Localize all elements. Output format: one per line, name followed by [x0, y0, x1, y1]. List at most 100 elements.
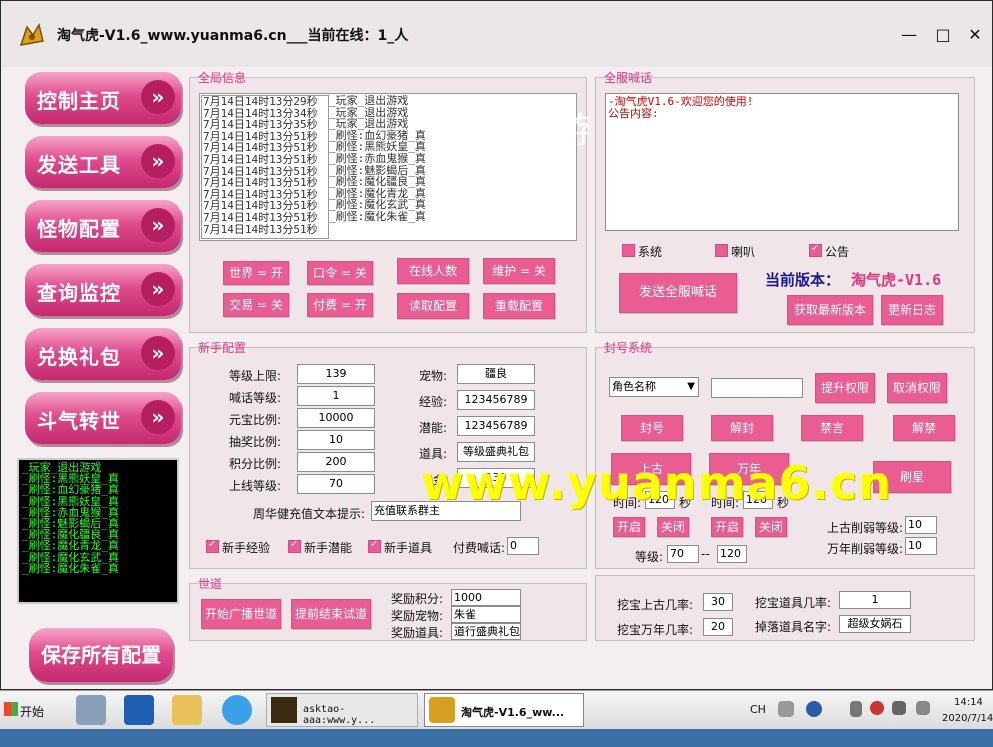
reload-config-button[interactable]: 重载配置 [483, 293, 555, 319]
double-chevron-right-icon: » [141, 208, 175, 242]
role-select-dropdown[interactable]: 角色名称 ▼ [609, 377, 699, 397]
password-toggle-button[interactable]: 口令 = 关 [307, 261, 373, 285]
trade-toggle-button[interactable]: 交易 = 关 [223, 293, 289, 317]
level-to-input[interactable]: 120 [717, 545, 747, 563]
panel-title: 全局信息 [198, 71, 247, 85]
horn-label: 喇叭 [731, 245, 756, 259]
role-select-value: 角色名称 [612, 380, 656, 393]
network-icon[interactable] [916, 701, 930, 715]
language-indicator[interactable]: CH [750, 703, 770, 737]
version-label: 当前版本： [765, 271, 841, 289]
panel-title: 全服喊话 [604, 71, 653, 85]
notice-checkbox[interactable] [809, 243, 822, 257]
yb-ratio-input[interactable]: 10000 [297, 408, 375, 428]
tiger-logo-icon [19, 23, 44, 46]
wannian-weaken-input[interactable]: 10 [905, 537, 937, 555]
sidebar-item-send-tool[interactable]: 发送工具 » [25, 136, 181, 188]
world-toggle-button[interactable]: 世界 = 开 [223, 261, 289, 285]
reward-points-input[interactable]: 1000 [451, 589, 521, 606]
points-ratio-input[interactable]: 200 [297, 452, 375, 472]
reward-pet-input[interactable]: 朱雀 [451, 606, 521, 623]
help-icon[interactable] [806, 701, 822, 717]
keyboard-icon[interactable] [778, 701, 794, 717]
close-button[interactable]: ✕ [961, 23, 989, 47]
level-cap-input[interactable]: 139 [297, 364, 375, 384]
task-taoqihu[interactable]: 淘气虎-V1.6_ww... [424, 693, 584, 727]
log-line: _刷怪:血幻豪猪_真 [22, 483, 119, 497]
alert-icon[interactable] [870, 701, 884, 715]
cloud-app-icon[interactable] [222, 695, 252, 725]
online-count-button[interactable]: 在线人数 [397, 258, 469, 284]
unmute-button[interactable]: 解禁 [893, 415, 955, 441]
exp-input[interactable]: 123456789 [457, 390, 535, 410]
reward-item-input[interactable]: 道行盛典礼包 [451, 623, 521, 640]
sidebar-item-monster-config[interactable]: 怪物配置 » [25, 200, 181, 252]
unban-button[interactable]: 解封 [711, 415, 773, 441]
sidebar-item-control-home[interactable]: 控制主页 » [25, 72, 181, 124]
start-button[interactable]: 开始 [2, 693, 50, 727]
horn-checkbox[interactable] [715, 244, 728, 257]
potential-label: 潜能: [419, 421, 448, 435]
revoke-permission-button[interactable]: 取消权限 [887, 373, 947, 403]
ancient-weaken-input[interactable]: 10 [905, 516, 937, 534]
shout-textarea[interactable]: -淘气虎V1.6-欢迎您的使用! 公告内容: [605, 93, 959, 231]
server-manager-icon[interactable] [76, 695, 106, 725]
maximize-button[interactable]: □ [929, 23, 957, 47]
promote-permission-button[interactable]: 提升权限 [815, 373, 875, 403]
minimize-button[interactable]: — [895, 23, 923, 47]
sidebar-item-label: 怪物配置 [37, 217, 121, 241]
sidebar-item-redeem-gift[interactable]: 兑换礼包 » [25, 328, 181, 380]
tray-expand-icon[interactable] [850, 701, 862, 717]
ban-button[interactable]: 封号 [621, 415, 683, 441]
windows-logo-icon [4, 702, 18, 716]
chevron-down-icon: ▼ [687, 381, 695, 392]
maintenance-toggle-button[interactable]: 维护 = 关 [483, 258, 555, 284]
pet-input[interactable]: 疆良 [457, 364, 535, 384]
potential-input[interactable]: 123456789 [457, 416, 535, 436]
flag-icon[interactable] [892, 701, 906, 715]
task-asktao[interactable]: asktao-aaa:www.y... [266, 693, 418, 727]
newbie-potential-checkbox[interactable] [288, 539, 301, 553]
clock-date[interactable]: 2020/7/14 [942, 713, 993, 747]
system-checkbox[interactable] [622, 244, 635, 257]
start-shidao-button[interactable]: 开始广播世道 [201, 599, 281, 629]
read-config-button[interactable]: 读取配置 [397, 293, 469, 319]
online-level-input[interactable]: 70 [297, 474, 375, 494]
log-time: 7月14日14时13分29秒 [203, 95, 318, 108]
double-chevron-right-icon: » [141, 80, 175, 114]
save-all-config-button[interactable]: 保存所有配置 [29, 628, 173, 682]
powershell-icon[interactable] [124, 695, 154, 725]
drop-item-name-label: 掉落道具名字: [755, 620, 832, 634]
wannian-open-button[interactable]: 开启 [711, 517, 743, 537]
drop-item-name-input[interactable]: 超级女娲石 [839, 615, 911, 633]
update-log-button[interactable]: 更新日志 [881, 295, 943, 325]
sidebar-item-query-monitor[interactable]: 查询监控 » [25, 264, 181, 316]
recharge-hint-label: 周华健充值文本提示: [253, 507, 366, 521]
sidebar-item-label: 查询监控 [37, 281, 121, 305]
sidebar-item-rebirth[interactable]: 斗气转世 » [25, 392, 181, 444]
double-chevron-right-icon: » [141, 144, 175, 178]
newbie-item-checkbox[interactable] [368, 539, 381, 553]
ancient-close-button[interactable]: 关闭 [657, 517, 689, 537]
ancient-weaken-label: 上古削弱等级: [827, 521, 904, 535]
shout-level-input[interactable]: 1 [297, 386, 375, 406]
treasure-ancient-rate-input[interactable]: 30 [703, 593, 733, 611]
level-from-input[interactable]: 70 [667, 545, 699, 563]
treasure-wannian-rate-input[interactable]: 20 [703, 618, 733, 636]
newbie-exp-checkbox[interactable] [206, 539, 219, 553]
folder-icon[interactable] [172, 695, 202, 725]
pay-toggle-button[interactable]: 付费 = 开 [307, 293, 373, 317]
lottery-ratio-input[interactable]: 10 [297, 430, 375, 450]
lottery-ratio-label: 抽奖比例: [229, 435, 282, 449]
role-name-input[interactable] [711, 378, 803, 398]
ancient-open-button[interactable]: 开启 [613, 517, 645, 537]
send-shout-button[interactable]: 发送全服喊话 [619, 273, 737, 313]
treasure-item-rate-input[interactable]: 1 [839, 591, 911, 609]
version-value: 淘气虎-V1.6 [851, 271, 942, 289]
paid-shout-input[interactable]: 0 [507, 537, 539, 555]
panel-title: 封号系统 [604, 341, 653, 355]
wannian-close-button[interactable]: 关闭 [755, 517, 787, 537]
mute-button[interactable]: 禁言 [801, 415, 863, 441]
get-latest-version-button[interactable]: 获取最新版本 [787, 295, 873, 325]
end-shidao-button[interactable]: 提前结束试道 [291, 599, 371, 629]
